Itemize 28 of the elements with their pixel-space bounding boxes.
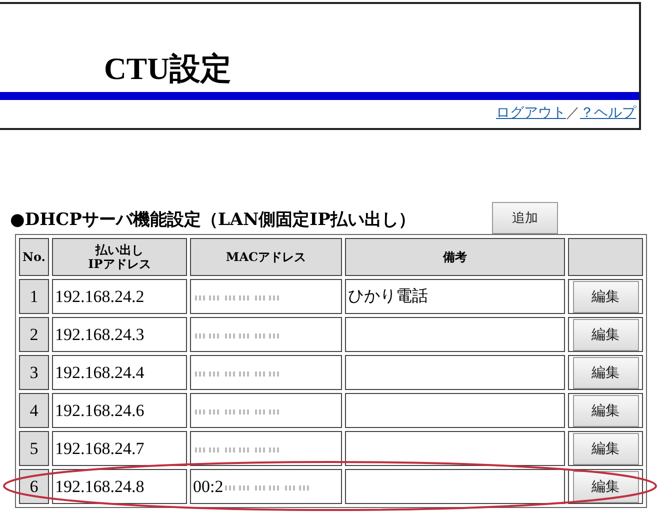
row-number: 5	[19, 431, 49, 466]
note-cell: ひかり電話	[345, 279, 565, 314]
link-separator: ／	[566, 104, 580, 122]
ip-cell: 192.168.24.3	[52, 317, 187, 352]
row-number: 1	[19, 279, 49, 314]
edit-button[interactable]: 編集	[572, 394, 638, 426]
column-header: MACアドレス	[190, 238, 342, 276]
ip-cell: 192.168.24.7	[52, 431, 187, 466]
edit-button[interactable]: 編集	[572, 356, 638, 388]
column-header: 備考	[345, 238, 565, 276]
ip-cell: 192.168.24.4	[52, 355, 187, 390]
column-header: 払い出し IPアドレス	[52, 238, 187, 276]
help-link[interactable]: ？ヘルプ	[580, 104, 636, 122]
section-title: ●DHCPサーバ機能設定（LAN側固定IP払い出し）	[10, 209, 416, 231]
add-button[interactable]: 追加	[492, 202, 558, 234]
ip-cell: 192.168.24.2	[52, 279, 187, 314]
edit-button[interactable]: 編集	[572, 318, 638, 350]
page-title: CTU設定	[103, 50, 232, 88]
edit-button[interactable]: 編集	[572, 432, 638, 464]
ip-cell: 192.168.24.6	[52, 393, 187, 428]
row-number: 3	[19, 355, 49, 390]
ip-cell: 192.168.24.8	[52, 469, 187, 504]
mac-cell: 00:2	[190, 469, 342, 504]
row-number: 4	[19, 393, 49, 428]
column-header: No.	[19, 238, 49, 276]
edit-button[interactable]: 編集	[572, 280, 638, 312]
row-number: 2	[19, 317, 49, 352]
logout-link[interactable]: ログアウト	[496, 104, 566, 122]
